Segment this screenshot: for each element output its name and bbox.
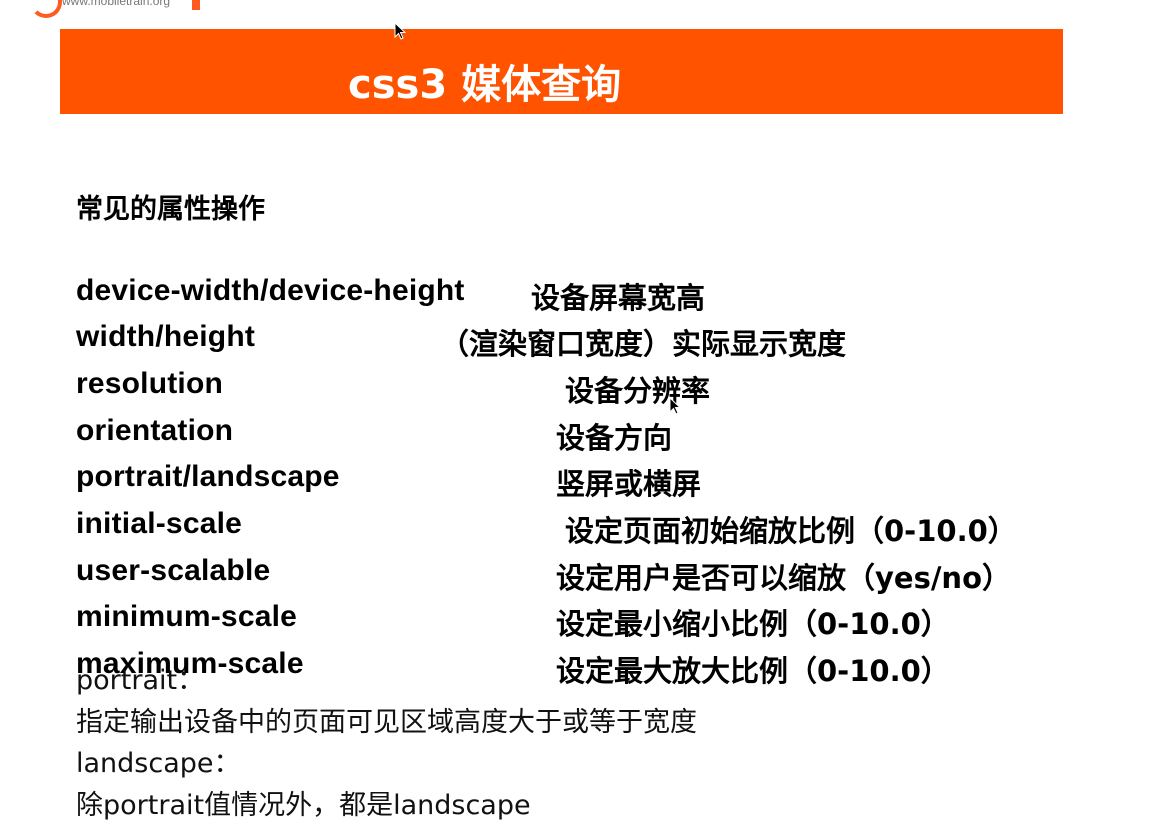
portrait-description: 指定输出设备中的页面可见区域高度大于或等于宽度	[76, 707, 697, 738]
landscape-label: landscape：	[76, 748, 241, 779]
property-desc: 设备方向	[556, 421, 673, 455]
brand-logo: www.mobiletrain.org	[0, 0, 210, 18]
property-desc: 设定页面初始缩放比例（0-10.0）	[565, 514, 1017, 548]
property-desc: 设备分辨率	[565, 374, 711, 408]
property-name: device-width/device-height	[76, 274, 465, 307]
property-desc: 设定最大放大比例（0-10.0）	[556, 654, 950, 688]
property-desc: （渲染窗口宽度）实际显示宽度	[440, 327, 847, 361]
landscape-description: 除portrait值情况外，都是landscape	[76, 790, 531, 821]
property-name: minimum-scale	[76, 600, 298, 633]
property-row: width/height （渲染窗口宽度）实际显示宽度	[0, 318, 1156, 361]
logo-icon	[30, 0, 62, 18]
property-name: width/height	[76, 320, 256, 353]
property-name: initial-scale	[76, 507, 243, 540]
property-name: portrait/landscape	[76, 460, 340, 493]
logo-accent-bar	[192, 0, 200, 10]
property-row: orientation 设备方向	[0, 412, 1156, 455]
slide-title: css3 媒体查询	[348, 62, 622, 108]
property-row: portrait/landscape 竖屏或横屏	[0, 458, 1156, 501]
property-row: initial-scale 设定页面初始缩放比例（0-10.0）	[0, 505, 1156, 548]
property-desc: 竖屏或横屏	[556, 467, 702, 501]
property-row: minimum-scale 设定最小缩小比例（0-10.0）	[0, 598, 1156, 641]
portrait-label: portrait：	[76, 665, 205, 696]
property-desc: 设备屏幕宽高	[531, 281, 706, 315]
property-name: orientation	[76, 414, 234, 447]
property-row: device-width/device-height 设备屏幕宽高	[0, 272, 1156, 315]
logo-text: www.mobiletrain.org	[62, 0, 171, 8]
property-desc: 设定用户是否可以缩放（yes/no）	[556, 561, 1011, 595]
section-title: 常见的属性操作	[76, 194, 265, 225]
property-name: resolution	[76, 367, 224, 400]
property-desc: 设定最小缩小比例（0-10.0）	[556, 607, 950, 641]
property-row: user-scalable 设定用户是否可以缩放（yes/no）	[0, 552, 1156, 595]
property-name: user-scalable	[76, 554, 271, 587]
property-row: resolution 设备分辨率	[0, 365, 1156, 408]
